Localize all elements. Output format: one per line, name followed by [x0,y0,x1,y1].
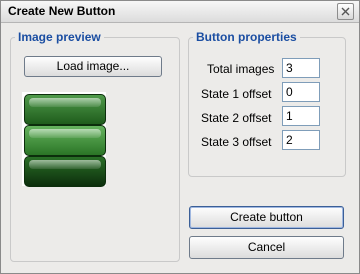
load-image-button[interactable]: Load image... [24,56,162,77]
button-properties-group: Button properties [188,30,346,177]
state-2-offset-input[interactable] [282,106,320,126]
state-hover-image [24,125,106,156]
state-3-offset-input[interactable] [282,130,320,150]
state-2-offset-label: State 2 offset [201,111,272,125]
button-properties-group-label: Button properties [193,30,300,44]
total-images-input[interactable] [282,58,320,78]
create-button[interactable]: Create button [189,206,344,229]
image-preview-group-label: Image preview [15,30,104,44]
create-button-dialog: Create New Button Image preview Load ima… [0,0,360,274]
window-title: Create New Button [8,4,116,18]
state-pressed-image [24,156,106,187]
cancel-button[interactable]: Cancel [189,236,344,259]
state-1-offset-label: State 1 offset [201,87,272,101]
close-button[interactable] [337,3,354,20]
state-3-offset-label: State 3 offset [201,135,272,149]
close-icon [341,7,350,16]
title-bar[interactable]: Create New Button [1,1,359,23]
state-1-offset-input[interactable] [282,82,320,102]
total-images-label: Total images [207,62,275,76]
image-preview [22,92,106,187]
state-normal-image [24,94,106,125]
